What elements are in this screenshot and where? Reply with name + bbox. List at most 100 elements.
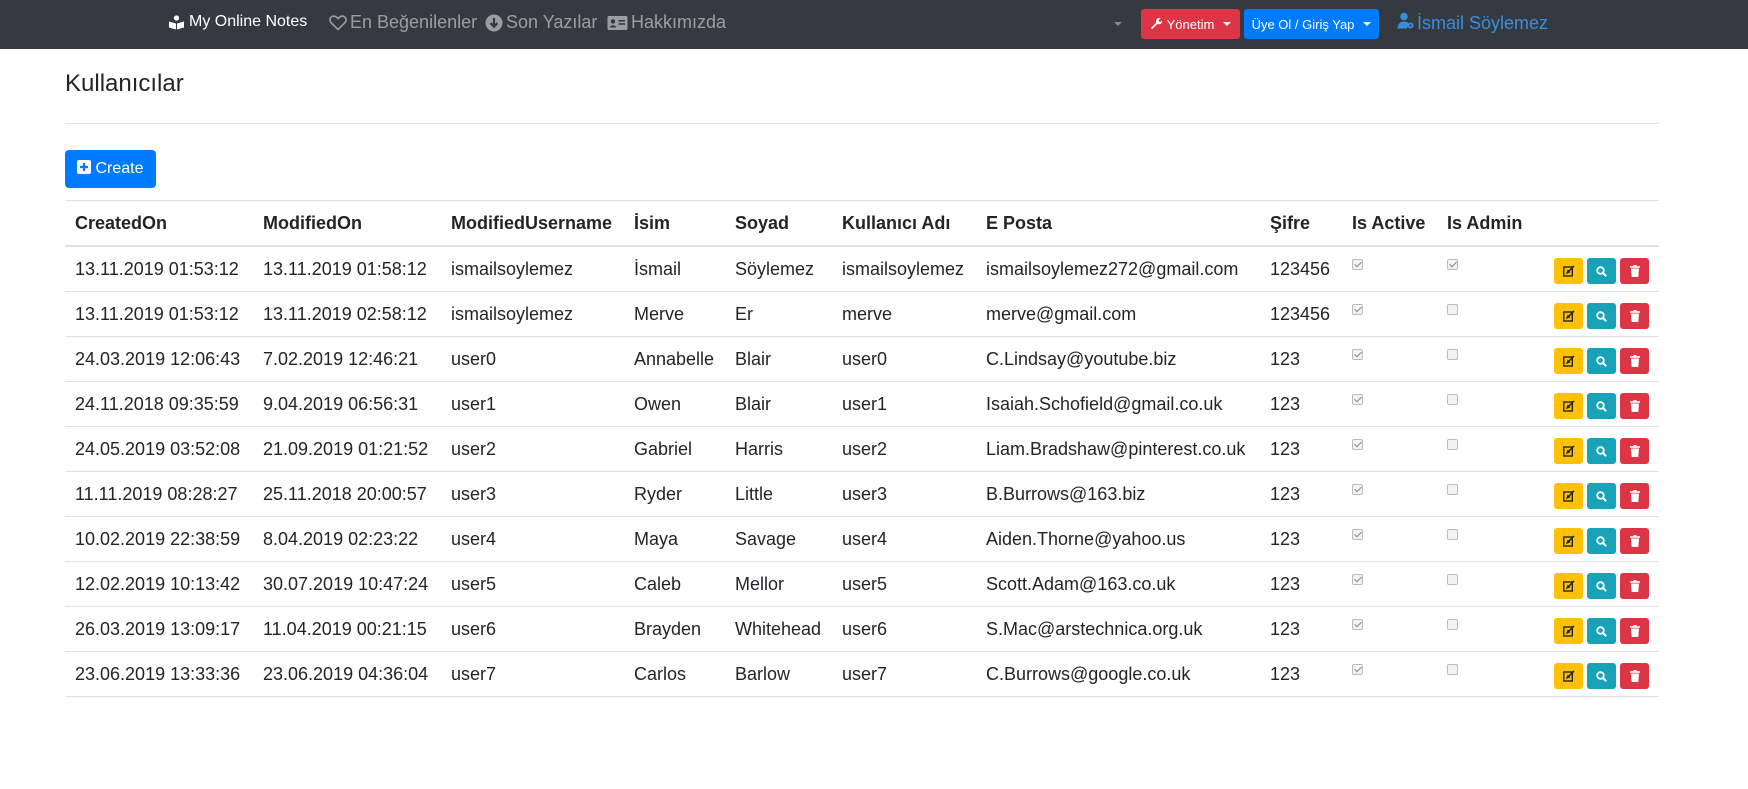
column-header-is-admin: Is Admin [1437, 200, 1534, 247]
is-admin-cell [1437, 336, 1534, 382]
password-cell: 123 [1260, 516, 1342, 562]
create-button[interactable]: Create [65, 150, 156, 188]
user-profile-link[interactable]: İsmail Söylemez [1397, 12, 1548, 34]
trash-icon [1629, 621, 1640, 642]
edit-button[interactable] [1554, 528, 1583, 554]
is-admin-cell [1437, 291, 1534, 337]
details-button[interactable] [1587, 303, 1616, 329]
modified-on-cell: 8.04.2019 02:23:22 [253, 516, 441, 562]
details-button[interactable] [1587, 393, 1616, 419]
modified-on-cell: 11.04.2019 00:21:15 [253, 606, 441, 652]
is-active-cell [1342, 651, 1437, 697]
delete-button[interactable] [1620, 573, 1649, 599]
admin-dropdown-button[interactable]: Yönetim [1141, 9, 1240, 39]
created-on-cell: 13.11.2019 01:53:12 [65, 291, 253, 337]
is-admin-cell [1437, 651, 1534, 697]
is-admin-checkbox [1447, 303, 1458, 315]
id-card-icon [607, 15, 628, 31]
trash-icon [1629, 486, 1640, 507]
column-header-email: E Posta [976, 200, 1260, 247]
delete-button[interactable] [1620, 528, 1649, 554]
user-cog-icon [1397, 12, 1414, 34]
username-cell: user0 [832, 336, 976, 382]
details-button[interactable] [1587, 528, 1616, 554]
edit-button[interactable] [1554, 483, 1583, 509]
is-active-cell [1342, 471, 1437, 517]
delete-button[interactable] [1620, 393, 1649, 419]
is-active-checkbox [1352, 438, 1363, 450]
arrow-circle-down-icon [485, 14, 503, 32]
is-active-checkbox [1352, 663, 1363, 675]
delete-button[interactable] [1620, 618, 1649, 644]
details-button[interactable] [1587, 618, 1616, 644]
created-on-cell: 24.11.2018 09:35:59 [65, 381, 253, 427]
delete-button[interactable] [1620, 438, 1649, 464]
is-admin-checkbox [1447, 618, 1458, 630]
is-active-checkbox [1352, 258, 1363, 270]
edit-button[interactable] [1554, 573, 1583, 599]
created-on-cell: 10.02.2019 22:38:59 [65, 516, 253, 562]
delete-button[interactable] [1620, 303, 1649, 329]
edit-icon [1562, 486, 1575, 507]
auth-dropdown-button[interactable]: Üye Ol / Giriş Yap [1244, 9, 1379, 39]
is-admin-checkbox [1447, 258, 1458, 270]
details-button[interactable] [1587, 663, 1616, 689]
actions-cell [1534, 381, 1659, 427]
search-icon [1596, 441, 1607, 462]
password-cell: 123 [1260, 426, 1342, 472]
name-cell: Owen [624, 381, 725, 427]
edit-icon [1562, 396, 1575, 417]
delete-button[interactable] [1620, 663, 1649, 689]
modified-on-cell: 13.11.2019 01:58:12 [253, 246, 441, 292]
modified-username-cell: user3 [441, 471, 624, 517]
password-cell: 123 [1260, 561, 1342, 607]
create-button-label: Create [95, 160, 144, 177]
nav-link-about[interactable]: Hakkımızda [607, 12, 726, 33]
admin-dropdown-label: Yönetim [1166, 16, 1215, 32]
is-active-checkbox [1352, 573, 1363, 585]
actions-cell [1534, 516, 1659, 562]
edit-button[interactable] [1554, 258, 1583, 284]
details-button[interactable] [1587, 483, 1616, 509]
created-on-cell: 24.03.2019 12:06:43 [65, 336, 253, 382]
details-button[interactable] [1587, 438, 1616, 464]
edit-button[interactable] [1554, 663, 1583, 689]
details-button[interactable] [1587, 348, 1616, 374]
surname-cell: Blair [725, 381, 832, 427]
email-cell: B.Burrows@163.biz [976, 471, 1260, 517]
username-cell: user5 [832, 561, 976, 607]
is-active-cell [1342, 606, 1437, 652]
nav-link-label: En Beğenilenler [350, 12, 478, 32]
delete-button[interactable] [1620, 258, 1649, 284]
table-row: 24.03.2019 12:06:43 7.02.2019 12:46:21 use… [65, 336, 1659, 382]
password-cell: 123 [1260, 471, 1342, 517]
edit-button[interactable] [1554, 303, 1583, 329]
details-button[interactable] [1587, 258, 1616, 284]
users-table: CreatedOn ModifiedOn ModifiedUsername İs… [65, 200, 1659, 697]
column-header-surname: Soyad [725, 200, 832, 247]
nav-link-label: Hakkımızda [631, 12, 727, 32]
edit-button[interactable] [1554, 348, 1583, 374]
actions-cell [1534, 336, 1659, 382]
actions-cell [1534, 291, 1659, 337]
is-admin-checkbox [1447, 573, 1458, 585]
column-header-password: Şifre [1260, 200, 1342, 247]
delete-button[interactable] [1620, 348, 1649, 374]
surname-cell: Harris [725, 426, 832, 472]
nav-link-favorites[interactable]: En Beğenilenler [329, 12, 477, 33]
name-cell: Merve [624, 291, 725, 337]
nav-link-latest[interactable]: Son Yazılar [485, 12, 597, 33]
edit-button[interactable] [1554, 438, 1583, 464]
actions-cell [1534, 561, 1659, 607]
user-profile-label: İsmail Söylemez [1417, 12, 1549, 33]
delete-button[interactable] [1620, 483, 1649, 509]
created-on-cell: 26.03.2019 13:09:17 [65, 606, 253, 652]
username-cell: user3 [832, 471, 976, 517]
brand-link[interactable]: My Online Notes [168, 13, 307, 31]
surname-cell: Barlow [725, 651, 832, 697]
details-button[interactable] [1587, 573, 1616, 599]
is-active-checkbox [1352, 348, 1363, 360]
edit-button[interactable] [1554, 618, 1583, 644]
edit-button[interactable] [1554, 393, 1583, 419]
is-admin-cell [1437, 426, 1534, 472]
